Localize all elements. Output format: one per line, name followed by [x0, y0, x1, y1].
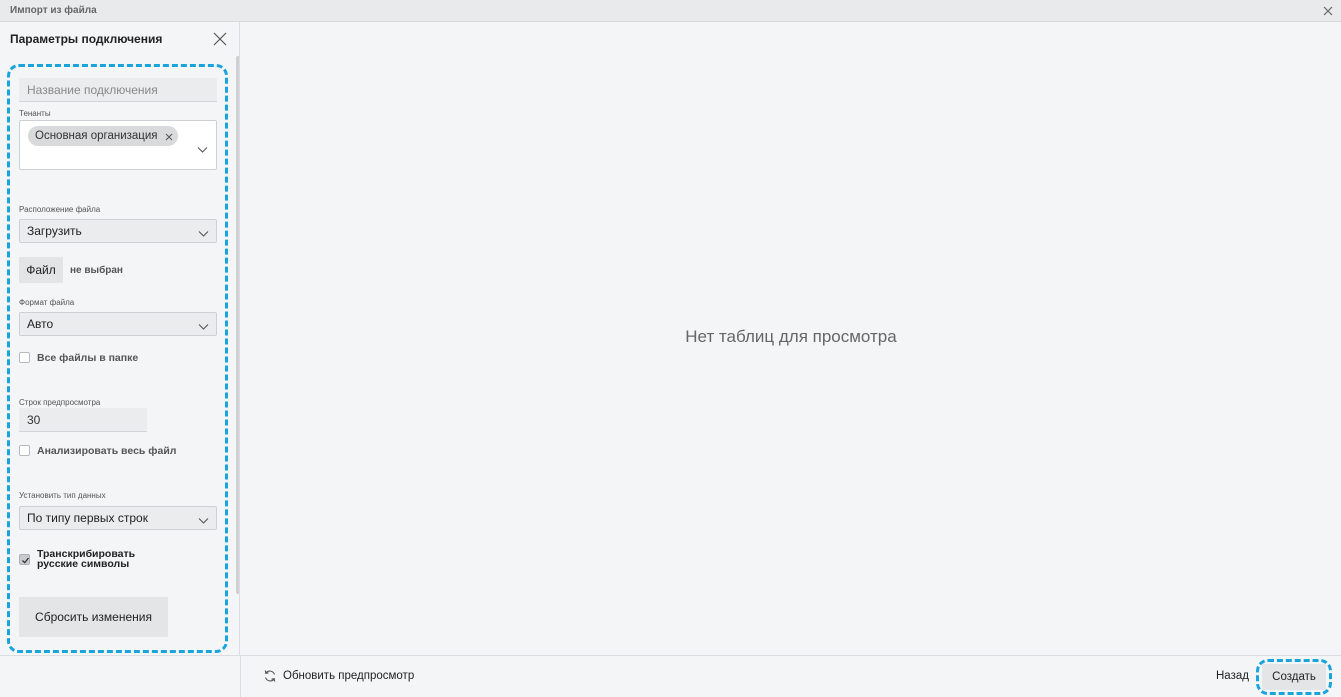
- chevron-down-icon: [198, 320, 209, 330]
- chevron-down-icon: [198, 514, 209, 524]
- create-button[interactable]: Создать: [1262, 664, 1326, 690]
- window-close-icon[interactable]: [1321, 4, 1335, 18]
- preview-rows-label: Строк предпросмотра: [19, 398, 101, 407]
- tenants-multiselect[interactable]: Основная организация: [19, 120, 217, 170]
- panel-close-icon[interactable]: [213, 32, 227, 46]
- connection-settings-panel: Параметры подключения Название подключен…: [0, 22, 240, 655]
- chevron-down-icon: [197, 141, 208, 153]
- window-title: Импорт из файла: [10, 5, 97, 16]
- empty-state-message: Нет таблиц для просмотра: [685, 327, 897, 346]
- tenant-chip-label: Основная организация: [35, 130, 158, 142]
- panel-title: Параметры подключения: [10, 32, 163, 46]
- file-location-value: Загрузить: [27, 224, 82, 238]
- footer-divider: [240, 656, 241, 697]
- all-files-checkbox[interactable]: [19, 352, 30, 363]
- file-location-label: Расположение файла: [19, 205, 101, 214]
- window-titlebar: Импорт из файла: [0, 0, 1341, 22]
- transcribe-label: Транскрибировать русские символы: [37, 549, 135, 570]
- preview-rows-input[interactable]: 30: [19, 408, 147, 432]
- all-files-label: Все файлы в папке: [37, 352, 139, 364]
- preview-area: Нет таблиц для просмотра: [241, 22, 1341, 655]
- analyze-file-label: Анализировать весь файл: [37, 445, 177, 457]
- tenant-chip: Основная организация: [28, 126, 178, 146]
- transcribe-label-line2: русские символы: [37, 558, 130, 570]
- file-location-select[interactable]: Загрузить: [19, 219, 217, 243]
- chevron-down-icon: [198, 227, 209, 237]
- connection-name-input[interactable]: Название подключения: [19, 78, 217, 102]
- file-format-select[interactable]: Авто: [19, 312, 217, 336]
- back-button[interactable]: Назад: [1216, 670, 1249, 682]
- panel-scrollbar[interactable]: [236, 56, 239, 594]
- chip-remove-icon[interactable]: [165, 132, 173, 141]
- transcribe-checkbox[interactable]: [19, 554, 30, 565]
- refresh-preview-label: Обновить предпросмотр: [283, 670, 415, 682]
- data-type-value: По типу первых строк: [27, 511, 148, 525]
- data-type-select[interactable]: По типу первых строк: [19, 506, 217, 530]
- file-format-value: Авто: [27, 317, 54, 331]
- choose-file-button[interactable]: Файл: [19, 257, 63, 283]
- file-status: не выбран: [70, 265, 123, 276]
- file-format-label: Формат файла: [19, 298, 75, 307]
- analyze-file-checkbox[interactable]: [19, 445, 30, 456]
- refresh-preview-button[interactable]: Обновить предпросмотр: [263, 669, 414, 683]
- checkmark-icon: [22, 557, 30, 564]
- tenants-label: Тенанты: [19, 109, 51, 118]
- data-type-label: Установить тип данных: [19, 491, 106, 500]
- reset-changes-button[interactable]: Сбросить изменения: [19, 597, 168, 637]
- footer-bar: Обновить предпросмотр Назад Создать: [0, 655, 1341, 697]
- refresh-icon: [264, 670, 276, 682]
